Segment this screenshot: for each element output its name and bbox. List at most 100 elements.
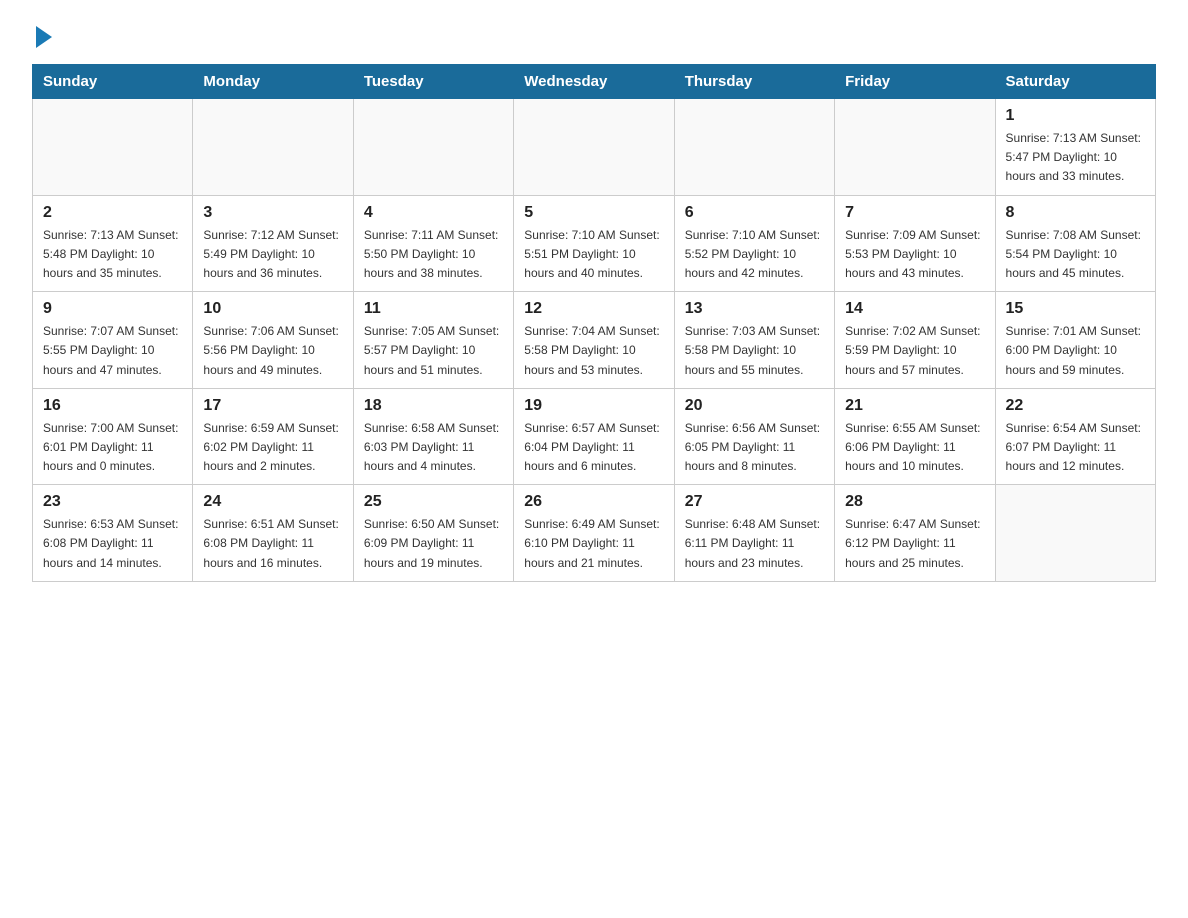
calendar-cell: 28 Sunrise: 6:47 AM Sunset: 6:12 PM Dayli… bbox=[835, 485, 995, 582]
calendar-cell: 16 Sunrise: 7:00 AM Sunset: 6:01 PM Dayli… bbox=[33, 388, 193, 485]
calendar-cell: 20 Sunrise: 6:56 AM Sunset: 6:05 PM Dayli… bbox=[674, 388, 834, 485]
calendar-cell: 14 Sunrise: 7:02 AM Sunset: 5:59 PM Dayli… bbox=[835, 292, 995, 389]
day-info: Sunrise: 7:02 AM Sunset: 5:59 PM Dayligh… bbox=[845, 322, 984, 380]
day-number: 10 bbox=[203, 300, 342, 318]
day-header-thursday: Thursday bbox=[674, 65, 834, 99]
day-number: 3 bbox=[203, 204, 342, 222]
calendar-cell bbox=[514, 99, 674, 196]
calendar-cell: 7Sunrise: 7:09 AM Sunset: 5:53 PM Daylig… bbox=[835, 195, 995, 292]
calendar-cell: 19Sunrise: 6:57 AM Sunset: 6:04 PM Dayli… bbox=[514, 388, 674, 485]
calendar-cell: 4 Sunrise: 7:11 AM Sunset: 5:50 PM Daylig… bbox=[353, 195, 513, 292]
day-number: 9 bbox=[43, 300, 182, 318]
calendar-cell: 22Sunrise: 6:54 AM Sunset: 6:07 PM Dayli… bbox=[995, 388, 1155, 485]
day-info: Sunrise: 7:10 AM Sunset: 5:52 PM Dayligh… bbox=[685, 226, 824, 284]
day-info: Sunrise: 6:48 AM Sunset: 6:11 PM Dayligh… bbox=[685, 515, 824, 573]
calendar-week-row: 23 Sunrise: 6:53 AM Sunset: 6:08 PM Dayli… bbox=[33, 485, 1156, 582]
calendar-cell bbox=[353, 99, 513, 196]
day-info: Sunrise: 6:56 AM Sunset: 6:05 PM Dayligh… bbox=[685, 419, 824, 477]
calendar-cell: 27Sunrise: 6:48 AM Sunset: 6:11 PM Dayli… bbox=[674, 485, 834, 582]
day-header-tuesday: Tuesday bbox=[353, 65, 513, 99]
day-info: Sunrise: 6:57 AM Sunset: 6:04 PM Dayligh… bbox=[524, 419, 663, 477]
day-info: Sunrise: 6:49 AM Sunset: 6:10 PM Dayligh… bbox=[524, 515, 663, 573]
calendar-cell: 5Sunrise: 7:10 AM Sunset: 5:51 PM Daylig… bbox=[514, 195, 674, 292]
day-number: 13 bbox=[685, 300, 824, 318]
day-info: Sunrise: 6:58 AM Sunset: 6:03 PM Dayligh… bbox=[364, 419, 503, 477]
day-info: Sunrise: 7:03 AM Sunset: 5:58 PM Dayligh… bbox=[685, 322, 824, 380]
day-number: 14 bbox=[845, 300, 984, 318]
day-number: 2 bbox=[43, 204, 182, 222]
day-info: Sunrise: 7:07 AM Sunset: 5:55 PM Dayligh… bbox=[43, 322, 182, 380]
day-info: Sunrise: 6:50 AM Sunset: 6:09 PM Dayligh… bbox=[364, 515, 503, 573]
day-header-friday: Friday bbox=[835, 65, 995, 99]
day-info: Sunrise: 6:53 AM Sunset: 6:08 PM Dayligh… bbox=[43, 515, 182, 573]
day-info: Sunrise: 7:10 AM Sunset: 5:51 PM Dayligh… bbox=[524, 226, 663, 284]
day-info: Sunrise: 6:47 AM Sunset: 6:12 PM Dayligh… bbox=[845, 515, 984, 573]
day-info: Sunrise: 7:09 AM Sunset: 5:53 PM Dayligh… bbox=[845, 226, 984, 284]
calendar-cell bbox=[674, 99, 834, 196]
calendar-cell: 17 Sunrise: 6:59 AM Sunset: 6:02 PM Dayli… bbox=[193, 388, 353, 485]
calendar-table: SundayMondayTuesdayWednesdayThursdayFrid… bbox=[32, 64, 1156, 582]
day-number: 8 bbox=[1006, 204, 1145, 222]
day-number: 11 bbox=[364, 300, 503, 318]
calendar-cell: 23 Sunrise: 6:53 AM Sunset: 6:08 PM Dayli… bbox=[33, 485, 193, 582]
day-number: 1 bbox=[1006, 107, 1145, 125]
calendar-cell: 13 Sunrise: 7:03 AM Sunset: 5:58 PM Dayli… bbox=[674, 292, 834, 389]
day-number: 17 bbox=[203, 397, 342, 415]
calendar-cell: 9 Sunrise: 7:07 AM Sunset: 5:55 PM Daylig… bbox=[33, 292, 193, 389]
calendar-cell: 12Sunrise: 7:04 AM Sunset: 5:58 PM Dayli… bbox=[514, 292, 674, 389]
page-header bbox=[32, 24, 1156, 48]
day-number: 26 bbox=[524, 493, 663, 511]
logo bbox=[32, 24, 52, 48]
day-number: 28 bbox=[845, 493, 984, 511]
calendar-cell: 26 Sunrise: 6:49 AM Sunset: 6:10 PM Dayli… bbox=[514, 485, 674, 582]
day-number: 16 bbox=[43, 397, 182, 415]
day-info: Sunrise: 6:59 AM Sunset: 6:02 PM Dayligh… bbox=[203, 419, 342, 477]
day-info: Sunrise: 7:12 AM Sunset: 5:49 PM Dayligh… bbox=[203, 226, 342, 284]
calendar-week-row: 16 Sunrise: 7:00 AM Sunset: 6:01 PM Dayli… bbox=[33, 388, 1156, 485]
day-number: 24 bbox=[203, 493, 342, 511]
calendar-cell: 8 Sunrise: 7:08 AM Sunset: 5:54 PM Daylig… bbox=[995, 195, 1155, 292]
calendar-week-row: 1Sunrise: 7:13 AM Sunset: 5:47 PM Daylig… bbox=[33, 99, 1156, 196]
calendar-cell: 25 Sunrise: 6:50 AM Sunset: 6:09 PM Dayli… bbox=[353, 485, 513, 582]
day-info: Sunrise: 7:11 AM Sunset: 5:50 PM Dayligh… bbox=[364, 226, 503, 284]
calendar-cell bbox=[193, 99, 353, 196]
calendar-cell: 10 Sunrise: 7:06 AM Sunset: 5:56 PM Dayli… bbox=[193, 292, 353, 389]
day-number: 15 bbox=[1006, 300, 1145, 318]
calendar-cell: 2 Sunrise: 7:13 AM Sunset: 5:48 PM Daylig… bbox=[33, 195, 193, 292]
day-info: Sunrise: 7:00 AM Sunset: 6:01 PM Dayligh… bbox=[43, 419, 182, 477]
calendar-cell: 1Sunrise: 7:13 AM Sunset: 5:47 PM Daylig… bbox=[995, 99, 1155, 196]
day-info: Sunrise: 7:01 AM Sunset: 6:00 PM Dayligh… bbox=[1006, 322, 1145, 380]
day-number: 20 bbox=[685, 397, 824, 415]
day-number: 6 bbox=[685, 204, 824, 222]
day-headers-row: SundayMondayTuesdayWednesdayThursdayFrid… bbox=[33, 65, 1156, 99]
calendar-cell: 21 Sunrise: 6:55 AM Sunset: 6:06 PM Dayli… bbox=[835, 388, 995, 485]
day-info: Sunrise: 6:55 AM Sunset: 6:06 PM Dayligh… bbox=[845, 419, 984, 477]
calendar-cell bbox=[33, 99, 193, 196]
day-number: 18 bbox=[364, 397, 503, 415]
day-header-sunday: Sunday bbox=[33, 65, 193, 99]
day-number: 4 bbox=[364, 204, 503, 222]
day-header-monday: Monday bbox=[193, 65, 353, 99]
calendar-cell: 11 Sunrise: 7:05 AM Sunset: 5:57 PM Dayli… bbox=[353, 292, 513, 389]
day-header-wednesday: Wednesday bbox=[514, 65, 674, 99]
day-info: Sunrise: 6:54 AM Sunset: 6:07 PM Dayligh… bbox=[1006, 419, 1145, 477]
calendar-cell bbox=[995, 485, 1155, 582]
day-number: 25 bbox=[364, 493, 503, 511]
logo-arrow-icon bbox=[36, 26, 52, 48]
day-header-saturday: Saturday bbox=[995, 65, 1155, 99]
day-number: 21 bbox=[845, 397, 984, 415]
calendar-week-row: 9 Sunrise: 7:07 AM Sunset: 5:55 PM Daylig… bbox=[33, 292, 1156, 389]
day-info: Sunrise: 7:05 AM Sunset: 5:57 PM Dayligh… bbox=[364, 322, 503, 380]
calendar-header: SundayMondayTuesdayWednesdayThursdayFrid… bbox=[33, 65, 1156, 99]
calendar-cell: 15 Sunrise: 7:01 AM Sunset: 6:00 PM Dayli… bbox=[995, 292, 1155, 389]
calendar-cell: 18 Sunrise: 6:58 AM Sunset: 6:03 PM Dayli… bbox=[353, 388, 513, 485]
day-number: 23 bbox=[43, 493, 182, 511]
day-info: Sunrise: 7:13 AM Sunset: 5:48 PM Dayligh… bbox=[43, 226, 182, 284]
day-info: Sunrise: 6:51 AM Sunset: 6:08 PM Dayligh… bbox=[203, 515, 342, 573]
calendar-cell: 6 Sunrise: 7:10 AM Sunset: 5:52 PM Daylig… bbox=[674, 195, 834, 292]
calendar-cell: 3 Sunrise: 7:12 AM Sunset: 5:49 PM Daylig… bbox=[193, 195, 353, 292]
day-info: Sunrise: 7:06 AM Sunset: 5:56 PM Dayligh… bbox=[203, 322, 342, 380]
calendar-body: 1Sunrise: 7:13 AM Sunset: 5:47 PM Daylig… bbox=[33, 99, 1156, 582]
day-number: 12 bbox=[524, 300, 663, 318]
day-info: Sunrise: 7:08 AM Sunset: 5:54 PM Dayligh… bbox=[1006, 226, 1145, 284]
